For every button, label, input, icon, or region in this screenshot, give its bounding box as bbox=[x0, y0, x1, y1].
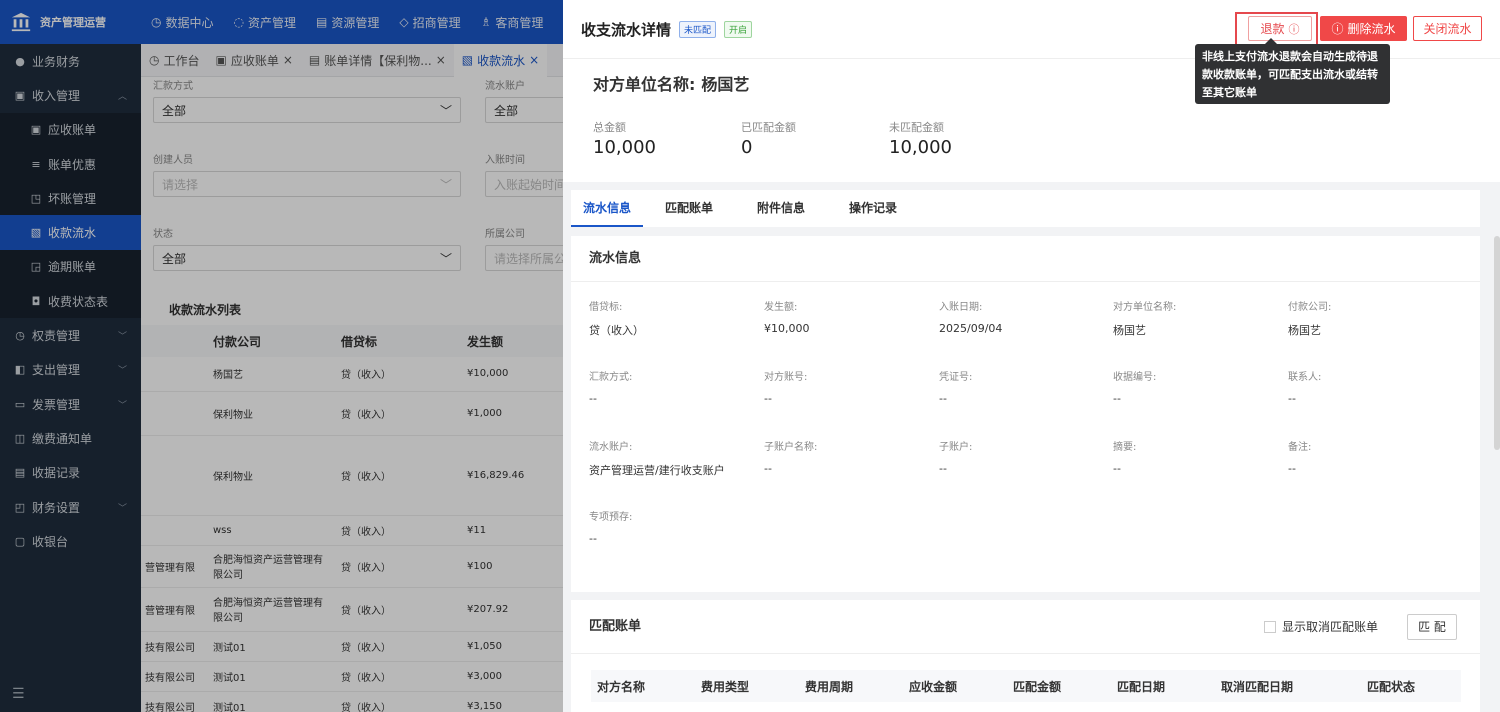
field-label: 联系人: bbox=[1288, 372, 1322, 383]
detail-drawer: 收支流水详情 未匹配 开启 退款 ⓘ ⓘ 删除流水 关闭流水 非线上支付流水退款会自… bbox=[563, 0, 1500, 712]
flow-info-card: 流水信息 借贷标: 贷（收入） 发生额: ¥10,000 入账日期: 2025/09/04… bbox=[571, 236, 1480, 592]
card-title: 匹配账单 bbox=[589, 619, 642, 634]
field-label: 流水账户: bbox=[589, 442, 633, 453]
field-label: 凭证号: bbox=[939, 372, 973, 383]
matched-amount-value: 0 bbox=[741, 137, 753, 158]
field-value: 资产管理运营/建行收支账户 bbox=[589, 464, 725, 477]
field-value: 2025/09/04 bbox=[939, 322, 1003, 335]
field-label: 入账日期: bbox=[939, 302, 983, 313]
match-table-header: 对方名称 费用类型 费用周期 应收金额 匹配金额 匹配日期 取消匹配日期 匹配状态 bbox=[591, 670, 1461, 702]
tab-flow-info[interactable]: 流水信息 bbox=[571, 190, 644, 227]
field-value: -- bbox=[589, 532, 597, 545]
matched-amount-label: 已匹配金额 bbox=[741, 121, 796, 134]
info-field: 汇款方式: -- bbox=[589, 368, 764, 438]
tab-matched-bills[interactable]: 匹配账单 bbox=[643, 190, 735, 227]
total-amount-label: 总金额 bbox=[593, 121, 626, 134]
field-label: 子账户: bbox=[939, 442, 973, 453]
match-button[interactable]: 匹 配 bbox=[1407, 614, 1457, 640]
field-label: 备注: bbox=[1288, 442, 1312, 453]
info-field: 子账户名称: -- bbox=[764, 438, 939, 508]
info-field: 备注: -- bbox=[1288, 438, 1463, 508]
checkbox-label: 显示取消匹配账单 bbox=[1281, 620, 1378, 634]
field-label: 发生额: bbox=[764, 302, 798, 313]
match-table-header-cell: 对方名称 bbox=[597, 679, 646, 694]
field-label: 收据编号: bbox=[1113, 372, 1157, 383]
field-label: 付款公司: bbox=[1288, 302, 1332, 313]
info-field: 付款公司: 杨国艺 bbox=[1288, 298, 1463, 368]
field-value: -- bbox=[1288, 392, 1296, 405]
match-table-header-cell: 费用类型 bbox=[701, 679, 750, 694]
match-table-header-cell: 匹配日期 bbox=[1117, 679, 1166, 694]
drawer-tabs: 流水信息 匹配账单 附件信息 操作记录 bbox=[571, 190, 1480, 227]
info-field: 对方账号: -- bbox=[764, 368, 939, 438]
tab-operation-log[interactable]: 操作记录 bbox=[827, 190, 919, 227]
info-field: 对方单位名称: 杨国艺 bbox=[1113, 298, 1288, 368]
tab-attachments[interactable]: 附件信息 bbox=[735, 190, 827, 227]
match-table-header-cell: 匹配状态 bbox=[1367, 679, 1416, 694]
field-value: -- bbox=[939, 462, 947, 475]
close-flow-label: 关闭流水 bbox=[1423, 22, 1472, 36]
field-label: 对方单位名称: bbox=[1113, 302, 1177, 313]
total-amount-value: 10,000 bbox=[593, 137, 656, 158]
drawer-title: 收支流水详情 bbox=[581, 20, 672, 39]
match-table-header-cell: 费用周期 bbox=[805, 679, 854, 694]
field-value: 杨国艺 bbox=[1113, 324, 1146, 337]
status-badge-open: 开启 bbox=[724, 20, 753, 38]
field-value: -- bbox=[1288, 462, 1296, 475]
field-value: -- bbox=[939, 392, 947, 405]
status-badge-unmatched: 未匹配 bbox=[679, 20, 717, 38]
info-field: 发生额: ¥10,000 bbox=[764, 298, 939, 368]
field-value: -- bbox=[589, 392, 597, 405]
party-label: 对方单位名称: bbox=[593, 75, 696, 94]
field-value: -- bbox=[1113, 392, 1121, 405]
field-value: 贷（收入） bbox=[589, 324, 644, 337]
field-value: 杨国艺 bbox=[1288, 324, 1321, 337]
field-label: 专项预存: bbox=[589, 512, 633, 523]
delete-label: 删除流水 bbox=[1347, 22, 1396, 36]
match-table-header-cell: 匹配金额 bbox=[1013, 679, 1062, 694]
info-field: 凭证号: -- bbox=[939, 368, 1113, 438]
info-field: 专项预存: -- bbox=[589, 508, 764, 578]
field-label: 子账户名称: bbox=[764, 442, 818, 453]
match-table-header-cell: 应收金额 bbox=[909, 679, 958, 694]
info-field: 流水账户: 资产管理运营/建行收支账户 bbox=[589, 438, 764, 508]
unmatched-amount-label: 未匹配金额 bbox=[889, 121, 944, 134]
field-value: -- bbox=[764, 462, 772, 475]
match-table-header-cell: 取消匹配日期 bbox=[1221, 679, 1294, 694]
info-field: 联系人: -- bbox=[1288, 368, 1463, 438]
field-label: 汇款方式: bbox=[589, 372, 633, 383]
close-flow-button[interactable]: 关闭流水 bbox=[1413, 16, 1482, 41]
help-circle-icon: ⓘ bbox=[1331, 22, 1344, 36]
field-label: 借贷标: bbox=[589, 302, 623, 313]
field-value: -- bbox=[764, 392, 772, 405]
field-label: 对方账号: bbox=[764, 372, 808, 383]
field-value: ¥10,000 bbox=[764, 322, 810, 335]
delete-flow-button[interactable]: ⓘ 删除流水 bbox=[1320, 16, 1407, 41]
refund-tooltip: 非线上支付流水退款会自动生成待退款收款账单，可匹配支出流水或结转至其它账单 bbox=[1195, 38, 1390, 104]
field-label: 摘要: bbox=[1113, 442, 1137, 453]
field-value: -- bbox=[1113, 462, 1121, 475]
show-cancelled-checkbox[interactable]: 显示取消匹配账单 bbox=[1263, 620, 1378, 634]
info-field: 借贷标: 贷（收入） bbox=[589, 298, 764, 368]
drawer-scrollbar[interactable] bbox=[1494, 236, 1500, 450]
info-grid: 借贷标: 贷（收入） 发生额: ¥10,000 入账日期: 2025/09/04 对方单位名… bbox=[571, 282, 1480, 578]
party-value: 杨国艺 bbox=[701, 75, 750, 94]
card-title: 流水信息 bbox=[571, 236, 1480, 282]
unmatched-amount-value: 10,000 bbox=[889, 137, 952, 158]
checkbox-box[interactable] bbox=[1263, 621, 1276, 633]
modal-mask[interactable] bbox=[0, 0, 563, 712]
matched-bills-card: 匹配账单 显示取消匹配账单 匹 配 对方名称 费用类型 费用周期 应收金额 匹配金额 匹配… bbox=[571, 600, 1480, 712]
info-field: 入账日期: 2025/09/04 bbox=[939, 298, 1113, 368]
info-field: 摘要: -- bbox=[1113, 438, 1288, 508]
info-field: 收据编号: -- bbox=[1113, 368, 1288, 438]
info-field: 子账户: -- bbox=[939, 438, 1113, 508]
